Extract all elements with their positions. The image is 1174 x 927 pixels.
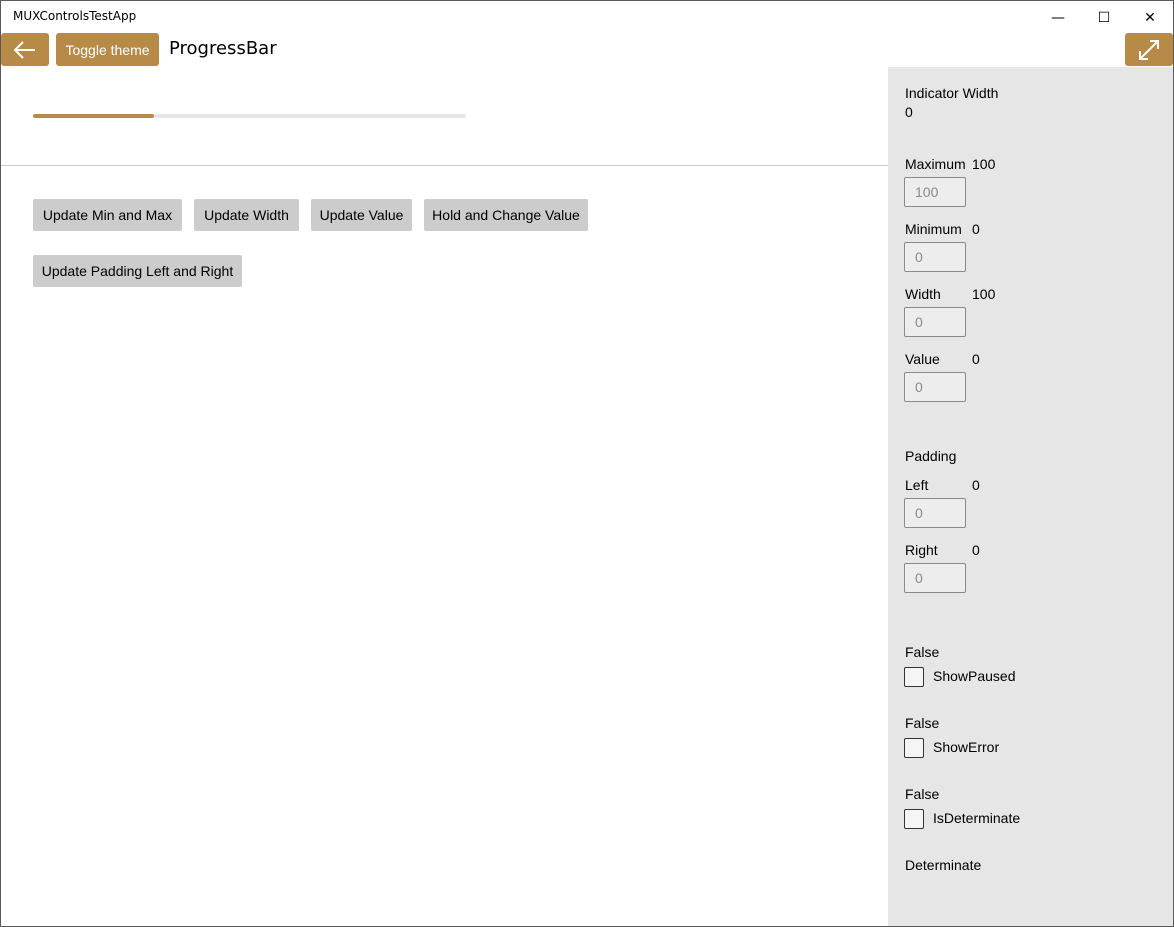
settings-panel: Indicator Width 0 Maximum 100 100 Minimu… [888, 67, 1173, 926]
minimum-input[interactable]: 0 [904, 242, 966, 272]
width-value: 100 [972, 286, 996, 302]
toggle-theme-button[interactable]: Toggle theme [56, 33, 159, 66]
expand-icon [1139, 39, 1159, 60]
width-label: Width [905, 286, 941, 302]
show-error-label: ShowError [933, 739, 1000, 755]
right-label: Right [905, 542, 938, 558]
right-value: 0 [972, 542, 980, 558]
arrow-left-icon [14, 40, 35, 59]
progress-bar [33, 114, 466, 118]
visual-state-label: Determinate [905, 857, 982, 873]
indicator-width-value: 0 [905, 104, 913, 120]
left-value: 0 [972, 477, 980, 493]
left-label: Left [905, 477, 929, 493]
minimum-label: Minimum [905, 221, 962, 237]
show-paused-state: False [905, 644, 940, 660]
maximum-input[interactable]: 100 [904, 177, 966, 207]
update-value-button[interactable]: Update Value [311, 199, 412, 231]
progress-indicator [33, 114, 155, 118]
show-paused-label: ShowPaused [933, 668, 1016, 684]
show-error-checkbox[interactable] [904, 738, 924, 758]
is-determinate-checkbox[interactable] [904, 809, 924, 829]
show-error-state: False [905, 715, 940, 731]
padding-right-input[interactable]: 0 [904, 563, 966, 593]
maximize-button[interactable]: ☐ [1081, 2, 1127, 34]
hold-change-value-button[interactable]: Hold and Change Value [424, 199, 588, 231]
app-title: MUXControlsTestApp [13, 9, 137, 23]
title-bar: MUXControlsTestApp — ☐ ✕ [1, 1, 1173, 33]
value-input[interactable]: 0 [904, 372, 966, 402]
is-determinate-label: IsDeterminate [933, 810, 1021, 826]
indicator-width-label: Indicator Width [905, 85, 999, 101]
divider [1, 165, 888, 166]
is-determinate-state: False [905, 786, 940, 802]
update-width-button[interactable]: Update Width [194, 199, 299, 231]
value-value: 0 [972, 351, 980, 367]
minimize-button[interactable]: — [1035, 2, 1081, 34]
maximum-label: Maximum [905, 156, 966, 172]
back-button[interactable] [1, 33, 49, 66]
padding-label: Padding [905, 448, 957, 464]
value-label: Value [905, 351, 940, 367]
width-input[interactable]: 0 [904, 307, 966, 337]
show-paused-checkbox[interactable] [904, 667, 924, 687]
close-button[interactable]: ✕ [1127, 2, 1173, 34]
fullscreen-button[interactable] [1125, 33, 1173, 66]
page-title: ProgressBar [169, 38, 277, 59]
main-content: Update Min and Max Update Width Update V… [1, 67, 888, 926]
update-padding-button[interactable]: Update Padding Left and Right [33, 255, 242, 287]
update-min-max-button[interactable]: Update Min and Max [33, 199, 182, 231]
minimum-value: 0 [972, 221, 980, 237]
maximum-value: 100 [972, 156, 996, 172]
padding-left-input[interactable]: 0 [904, 498, 966, 528]
